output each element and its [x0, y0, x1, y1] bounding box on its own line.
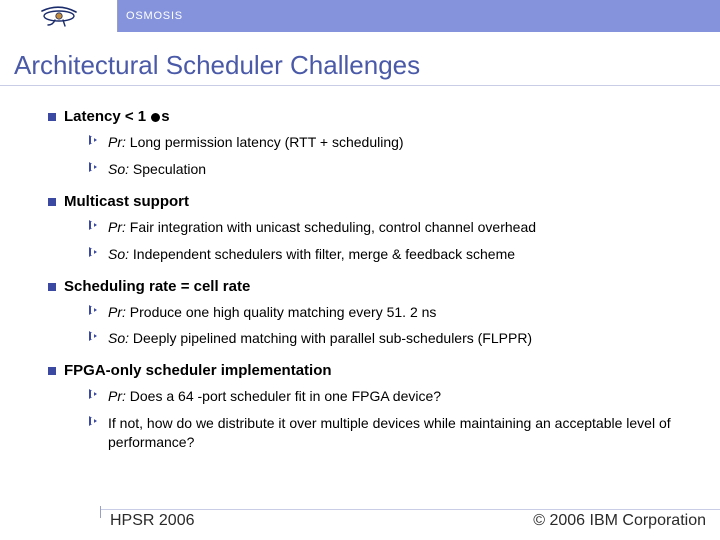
sub-bullet: So: Deeply pipelined matching with paral…	[88, 329, 692, 348]
square-bullet-icon	[48, 283, 56, 291]
bullet-multicast: Multicast support Pr: Fair integration w…	[48, 193, 692, 264]
brand-text: OSMOSIS	[126, 10, 183, 22]
sub-bullet-text: Pr: Long permission latency (RTT + sched…	[108, 133, 404, 152]
slide-body: Latency < 1 s Pr: Long permission latenc…	[0, 94, 720, 540]
sub-bullet: So: Independent schedulers with filter, …	[88, 245, 692, 264]
brand-bar: OSMOSIS	[118, 0, 720, 32]
header: OSMOSIS	[0, 0, 720, 32]
sub-bullet: Pr: Long permission latency (RTT + sched…	[88, 133, 692, 152]
sub-bullet-text: Pr: Does a 64 -port scheduler fit in one…	[108, 387, 441, 406]
slide: OSMOSIS Architectural Scheduler Challeng…	[0, 0, 720, 540]
arrow-bullet-icon	[88, 388, 100, 400]
sub-bullet: Pr: Fair integration with unicast schedu…	[88, 218, 692, 237]
bullet-head-text: FPGA-only scheduler implementation	[64, 362, 332, 379]
sub-bullet-text: Pr: Fair integration with unicast schedu…	[108, 218, 536, 237]
bullet-head: FPGA-only scheduler implementation	[48, 362, 692, 379]
arrow-bullet-icon	[88, 161, 100, 173]
sub-bullet-text: So: Deeply pipelined matching with paral…	[108, 329, 532, 348]
square-bullet-icon	[48, 198, 56, 206]
slide-title: Architectural Scheduler Challenges	[0, 32, 720, 85]
bullet-head: Multicast support	[48, 193, 692, 210]
bullet-head-text: Multicast support	[64, 193, 189, 210]
disc-icon	[151, 113, 160, 122]
square-bullet-icon	[48, 113, 56, 121]
logo-box	[0, 0, 118, 32]
sub-bullet-text: Pr: Produce one high quality matching ev…	[108, 303, 436, 322]
footer-rule	[100, 509, 720, 510]
square-bullet-icon	[48, 367, 56, 375]
title-rule	[0, 85, 720, 86]
sub-bullet: Pr: Does a 64 -port scheduler fit in one…	[88, 387, 692, 406]
sub-bullet: If not, how do we distribute it over mul…	[88, 414, 692, 452]
arrow-bullet-icon	[88, 330, 100, 342]
sub-bullet-text: So: Speculation	[108, 160, 206, 179]
bullet-scheduling-rate: Scheduling rate = cell rate Pr: Produce …	[48, 278, 692, 349]
footer-left: HPSR 2006	[110, 512, 195, 530]
eye-of-horus-icon	[39, 5, 79, 27]
bullet-head: Latency < 1 s	[48, 108, 692, 125]
arrow-bullet-icon	[88, 304, 100, 316]
sub-bullet: So: Speculation	[88, 160, 692, 179]
bullet-latency: Latency < 1 s Pr: Long permission latenc…	[48, 108, 692, 179]
sub-bullet: Pr: Produce one high quality matching ev…	[88, 303, 692, 322]
arrow-bullet-icon	[88, 246, 100, 258]
bullet-fpga: FPGA-only scheduler implementation Pr: D…	[48, 362, 692, 452]
bullet-head-text: Latency < 1 s	[64, 108, 170, 125]
sub-bullet-text: If not, how do we distribute it over mul…	[108, 414, 692, 452]
arrow-bullet-icon	[88, 134, 100, 146]
bullet-head: Scheduling rate = cell rate	[48, 278, 692, 295]
arrow-bullet-icon	[88, 415, 100, 427]
sub-bullet-text: So: Independent schedulers with filter, …	[108, 245, 515, 264]
bullet-head-text: Scheduling rate = cell rate	[64, 278, 250, 295]
arrow-bullet-icon	[88, 219, 100, 231]
footer-right: © 2006 IBM Corporation	[533, 512, 706, 530]
footer-tick	[100, 506, 101, 518]
